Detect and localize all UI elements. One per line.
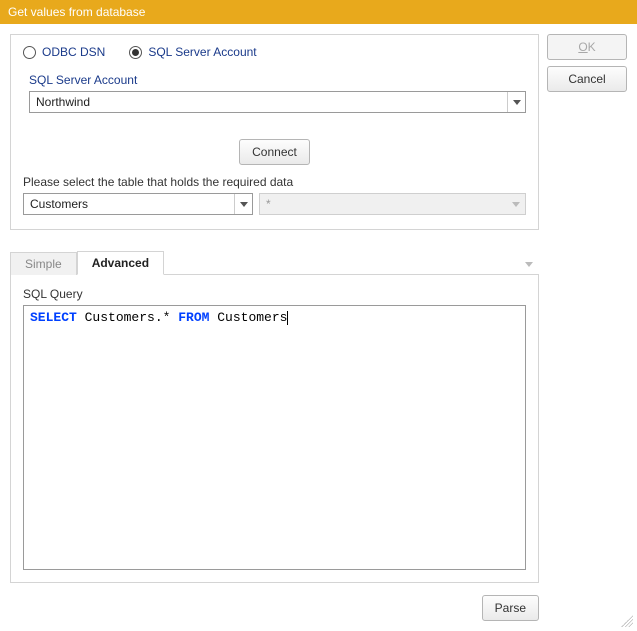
radio-icon: [129, 46, 142, 59]
chevron-down-icon: [507, 92, 525, 112]
chevron-down-icon: [234, 194, 252, 214]
ok-button[interactable]: OK: [547, 34, 627, 60]
main-column: ODBC DSN SQL Server Account SQL Server A…: [0, 24, 547, 631]
sql-query-label: SQL Query: [23, 287, 526, 301]
tab-advanced[interactable]: Advanced: [77, 251, 164, 275]
query-tab-area: Simple Advanced SQL Query SELECT Custome…: [10, 250, 539, 621]
right-button-column: OK Cancel: [547, 24, 637, 631]
radio-icon: [23, 46, 36, 59]
connect-row: Connect: [23, 139, 526, 165]
table-select-row: Customers *: [23, 193, 526, 215]
content-area: ODBC DSN SQL Server Account SQL Server A…: [0, 24, 637, 631]
column-select[interactable]: *: [259, 193, 526, 215]
dialog-window: Get values from database ODBC DSN SQL Se…: [0, 0, 637, 631]
sql-query-input[interactable]: SELECT Customers.* FROM Customers: [23, 305, 526, 570]
window-title: Get values from database: [8, 5, 145, 19]
radio-sql-server-account[interactable]: SQL Server Account: [129, 45, 256, 59]
titlebar: Get values from database: [0, 0, 637, 24]
connection-panel: ODBC DSN SQL Server Account SQL Server A…: [10, 34, 539, 230]
connect-button[interactable]: Connect: [239, 139, 310, 165]
radio-odbc-label: ODBC DSN: [42, 45, 105, 59]
parse-button[interactable]: Parse: [482, 595, 539, 621]
tab-menu-icon[interactable]: [525, 256, 539, 274]
radio-odbc-dsn[interactable]: ODBC DSN: [23, 45, 105, 59]
account-value: Northwind: [30, 92, 507, 112]
table-value: Customers: [24, 194, 234, 214]
ok-rest: K: [588, 40, 596, 54]
account-label: SQL Server Account: [29, 73, 526, 87]
account-select[interactable]: Northwind: [29, 91, 526, 113]
column-value: *: [260, 197, 507, 211]
tab-simple[interactable]: Simple: [10, 252, 77, 275]
table-prompt: Please select the table that holds the r…: [23, 175, 526, 189]
table-select[interactable]: Customers: [23, 193, 253, 215]
resize-grip-icon[interactable]: [621, 615, 633, 627]
chevron-down-icon: [507, 202, 525, 207]
parse-row: Parse: [10, 595, 539, 621]
radio-sql-label: SQL Server Account: [148, 45, 256, 59]
ok-accel: O: [578, 40, 587, 54]
connection-radio-group: ODBC DSN SQL Server Account: [23, 45, 526, 59]
tab-strip: Simple Advanced: [10, 250, 539, 274]
tab-body: SQL Query SELECT Customers.* FROM Custom…: [10, 274, 539, 583]
cancel-button[interactable]: Cancel: [547, 66, 627, 92]
